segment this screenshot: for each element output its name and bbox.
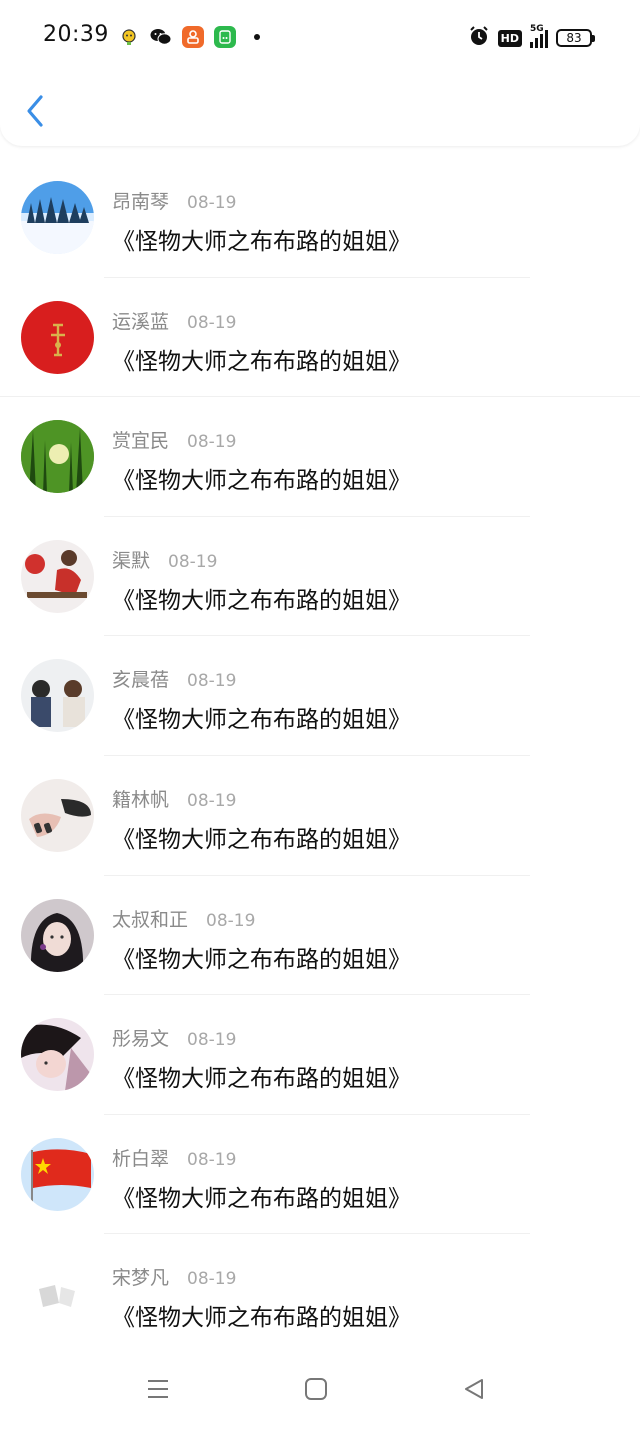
comment-row[interactable]: 太叔和正 08-19 《怪物大师之布布路的姐姐》 — [0, 876, 640, 996]
signal-icon: 5G — [530, 24, 548, 48]
comment-text: 《怪物大师之布布路的姐姐》 — [112, 826, 411, 853]
comment-text: 《怪物大师之布布路的姐姐》 — [112, 348, 411, 375]
network-label: 5G — [530, 24, 544, 34]
battery-indicator: 83 — [556, 29, 595, 47]
comment-date: 08-19 — [187, 790, 237, 811]
comment-date: 08-19 — [187, 1269, 237, 1290]
back-button[interactable] — [20, 92, 50, 130]
system-nav-bar — [0, 1349, 640, 1429]
user-name[interactable]: 析白翠 — [112, 1144, 169, 1171]
comment-date: 08-19 — [187, 1149, 237, 1170]
comment-row[interactable]: 运溪蓝 08-19 《怪物大师之布布路的姐姐》 — [0, 278, 640, 398]
comment-row[interactable]: 昂南琴 08-19 《怪物大师之布布路的姐姐》 — [0, 158, 640, 278]
comment-text: 《怪物大师之布布路的姐姐》 — [112, 1305, 411, 1332]
hd-badge: HD — [497, 29, 522, 47]
comment-date: 08-19 — [168, 551, 218, 572]
user-name[interactable]: 太叔和正 — [112, 905, 188, 932]
back-nav-button[interactable] — [458, 1373, 490, 1405]
user-name[interactable]: 亥晨蓓 — [112, 665, 169, 692]
comment-text: 《怪物大师之布布路的姐姐》 — [112, 229, 411, 255]
avatar[interactable] — [21, 1018, 94, 1092]
comment-text: 《怪物大师之布布路的姐姐》 — [112, 587, 411, 614]
comment-date: 08-19 — [187, 193, 237, 213]
app-green-icon — [214, 26, 236, 48]
comment-meta: 彤易文 08-19 — [112, 1024, 236, 1051]
comment-date: 08-19 — [187, 1030, 237, 1051]
comment-meta: 赏宜民 08-19 — [112, 426, 236, 453]
user-name[interactable]: 昂南琴 — [112, 187, 169, 214]
comment-row[interactable]: 宋梦凡 08-19 《怪物大师之布布路的姐姐》 — [0, 1234, 640, 1354]
comment-row[interactable]: 析白翠 08-19 《怪物大师之布布路的姐姐》 — [0, 1115, 640, 1235]
comment-meta: 析白翠 08-19 — [112, 1144, 236, 1171]
assistant-icon — [118, 26, 140, 48]
avatar[interactable] — [21, 659, 94, 733]
user-name[interactable]: 运溪蓝 — [112, 307, 169, 334]
comment-date: 08-19 — [187, 671, 237, 692]
comment-list: 昂南琴 08-19 《怪物大师之布布路的姐姐》 运溪蓝 08-19 《怪物大师之… — [0, 158, 640, 1354]
home-icon — [305, 1378, 327, 1400]
avatar[interactable] — [21, 1137, 94, 1211]
user-name[interactable]: 赏宜民 — [112, 426, 169, 453]
comment-row[interactable]: 渠默 08-19 《怪物大师之布布路的姐姐》 — [0, 517, 640, 637]
comment-text: 《怪物大师之布布路的姐姐》 — [112, 1185, 411, 1212]
avatar[interactable] — [21, 778, 94, 852]
status-time: 20:39 — [43, 22, 109, 47]
top-bar: 20:39 HD 5G 83 — [0, 0, 640, 146]
comment-row[interactable]: 籍林帆 08-19 《怪物大师之布布路的姐姐》 — [0, 756, 640, 876]
comment-meta: 籍林帆 08-19 — [112, 785, 236, 812]
comment-meta: 运溪蓝 08-19 — [112, 307, 236, 334]
wechat-icon — [150, 26, 172, 48]
alarm-icon — [468, 25, 490, 51]
avatar[interactable] — [21, 539, 94, 613]
comment-row[interactable]: 彤易文 08-19 《怪物大师之布布路的姐姐》 — [0, 995, 640, 1115]
home-button[interactable] — [300, 1373, 332, 1405]
comment-text: 《怪物大师之布布路的姐姐》 — [112, 946, 411, 973]
comment-meta: 渠默 08-19 — [112, 546, 217, 573]
notification-icons — [118, 26, 260, 48]
comment-date: 08-19 — [187, 432, 237, 453]
user-name[interactable]: 籍林帆 — [112, 785, 169, 812]
comment-text: 《怪物大师之布布路的姐姐》 — [112, 707, 411, 734]
comment-row[interactable]: 赏宜民 08-19 《怪物大师之布布路的姐姐》 — [0, 397, 640, 517]
comment-meta: 昂南琴 08-19 — [112, 187, 236, 214]
app-orange-icon — [182, 26, 204, 48]
avatar[interactable] — [21, 898, 94, 972]
more-notifications-dot — [254, 34, 260, 40]
chevron-left-icon — [27, 95, 43, 127]
user-name[interactable]: 渠默 — [112, 546, 150, 573]
system-icons: HD 5G 83 — [468, 24, 595, 51]
menu-icon — [148, 1380, 168, 1398]
avatar[interactable] — [21, 420, 94, 494]
comment-text: 《怪物大师之布布路的姐姐》 — [112, 468, 411, 495]
avatar[interactable] — [21, 1257, 94, 1331]
comment-date: 08-19 — [206, 910, 256, 931]
comment-meta: 亥晨蓓 08-19 — [112, 665, 236, 692]
comment-meta: 太叔和正 08-19 — [112, 905, 255, 932]
comment-row[interactable]: 亥晨蓓 08-19 《怪物大师之布布路的姐姐》 — [0, 636, 640, 756]
user-name[interactable]: 宋梦凡 — [112, 1263, 169, 1290]
user-name[interactable]: 彤易文 — [112, 1024, 169, 1051]
avatar[interactable] — [21, 300, 94, 374]
comment-text: 《怪物大师之布布路的姐姐》 — [112, 1066, 411, 1093]
menu-button[interactable] — [142, 1373, 174, 1405]
back-triangle-icon — [465, 1379, 483, 1399]
comment-meta: 宋梦凡 08-19 — [112, 1263, 236, 1290]
status-bar: 20:39 HD 5G 83 — [0, 0, 640, 72]
avatar[interactable] — [21, 181, 94, 254]
comment-date: 08-19 — [187, 312, 237, 333]
